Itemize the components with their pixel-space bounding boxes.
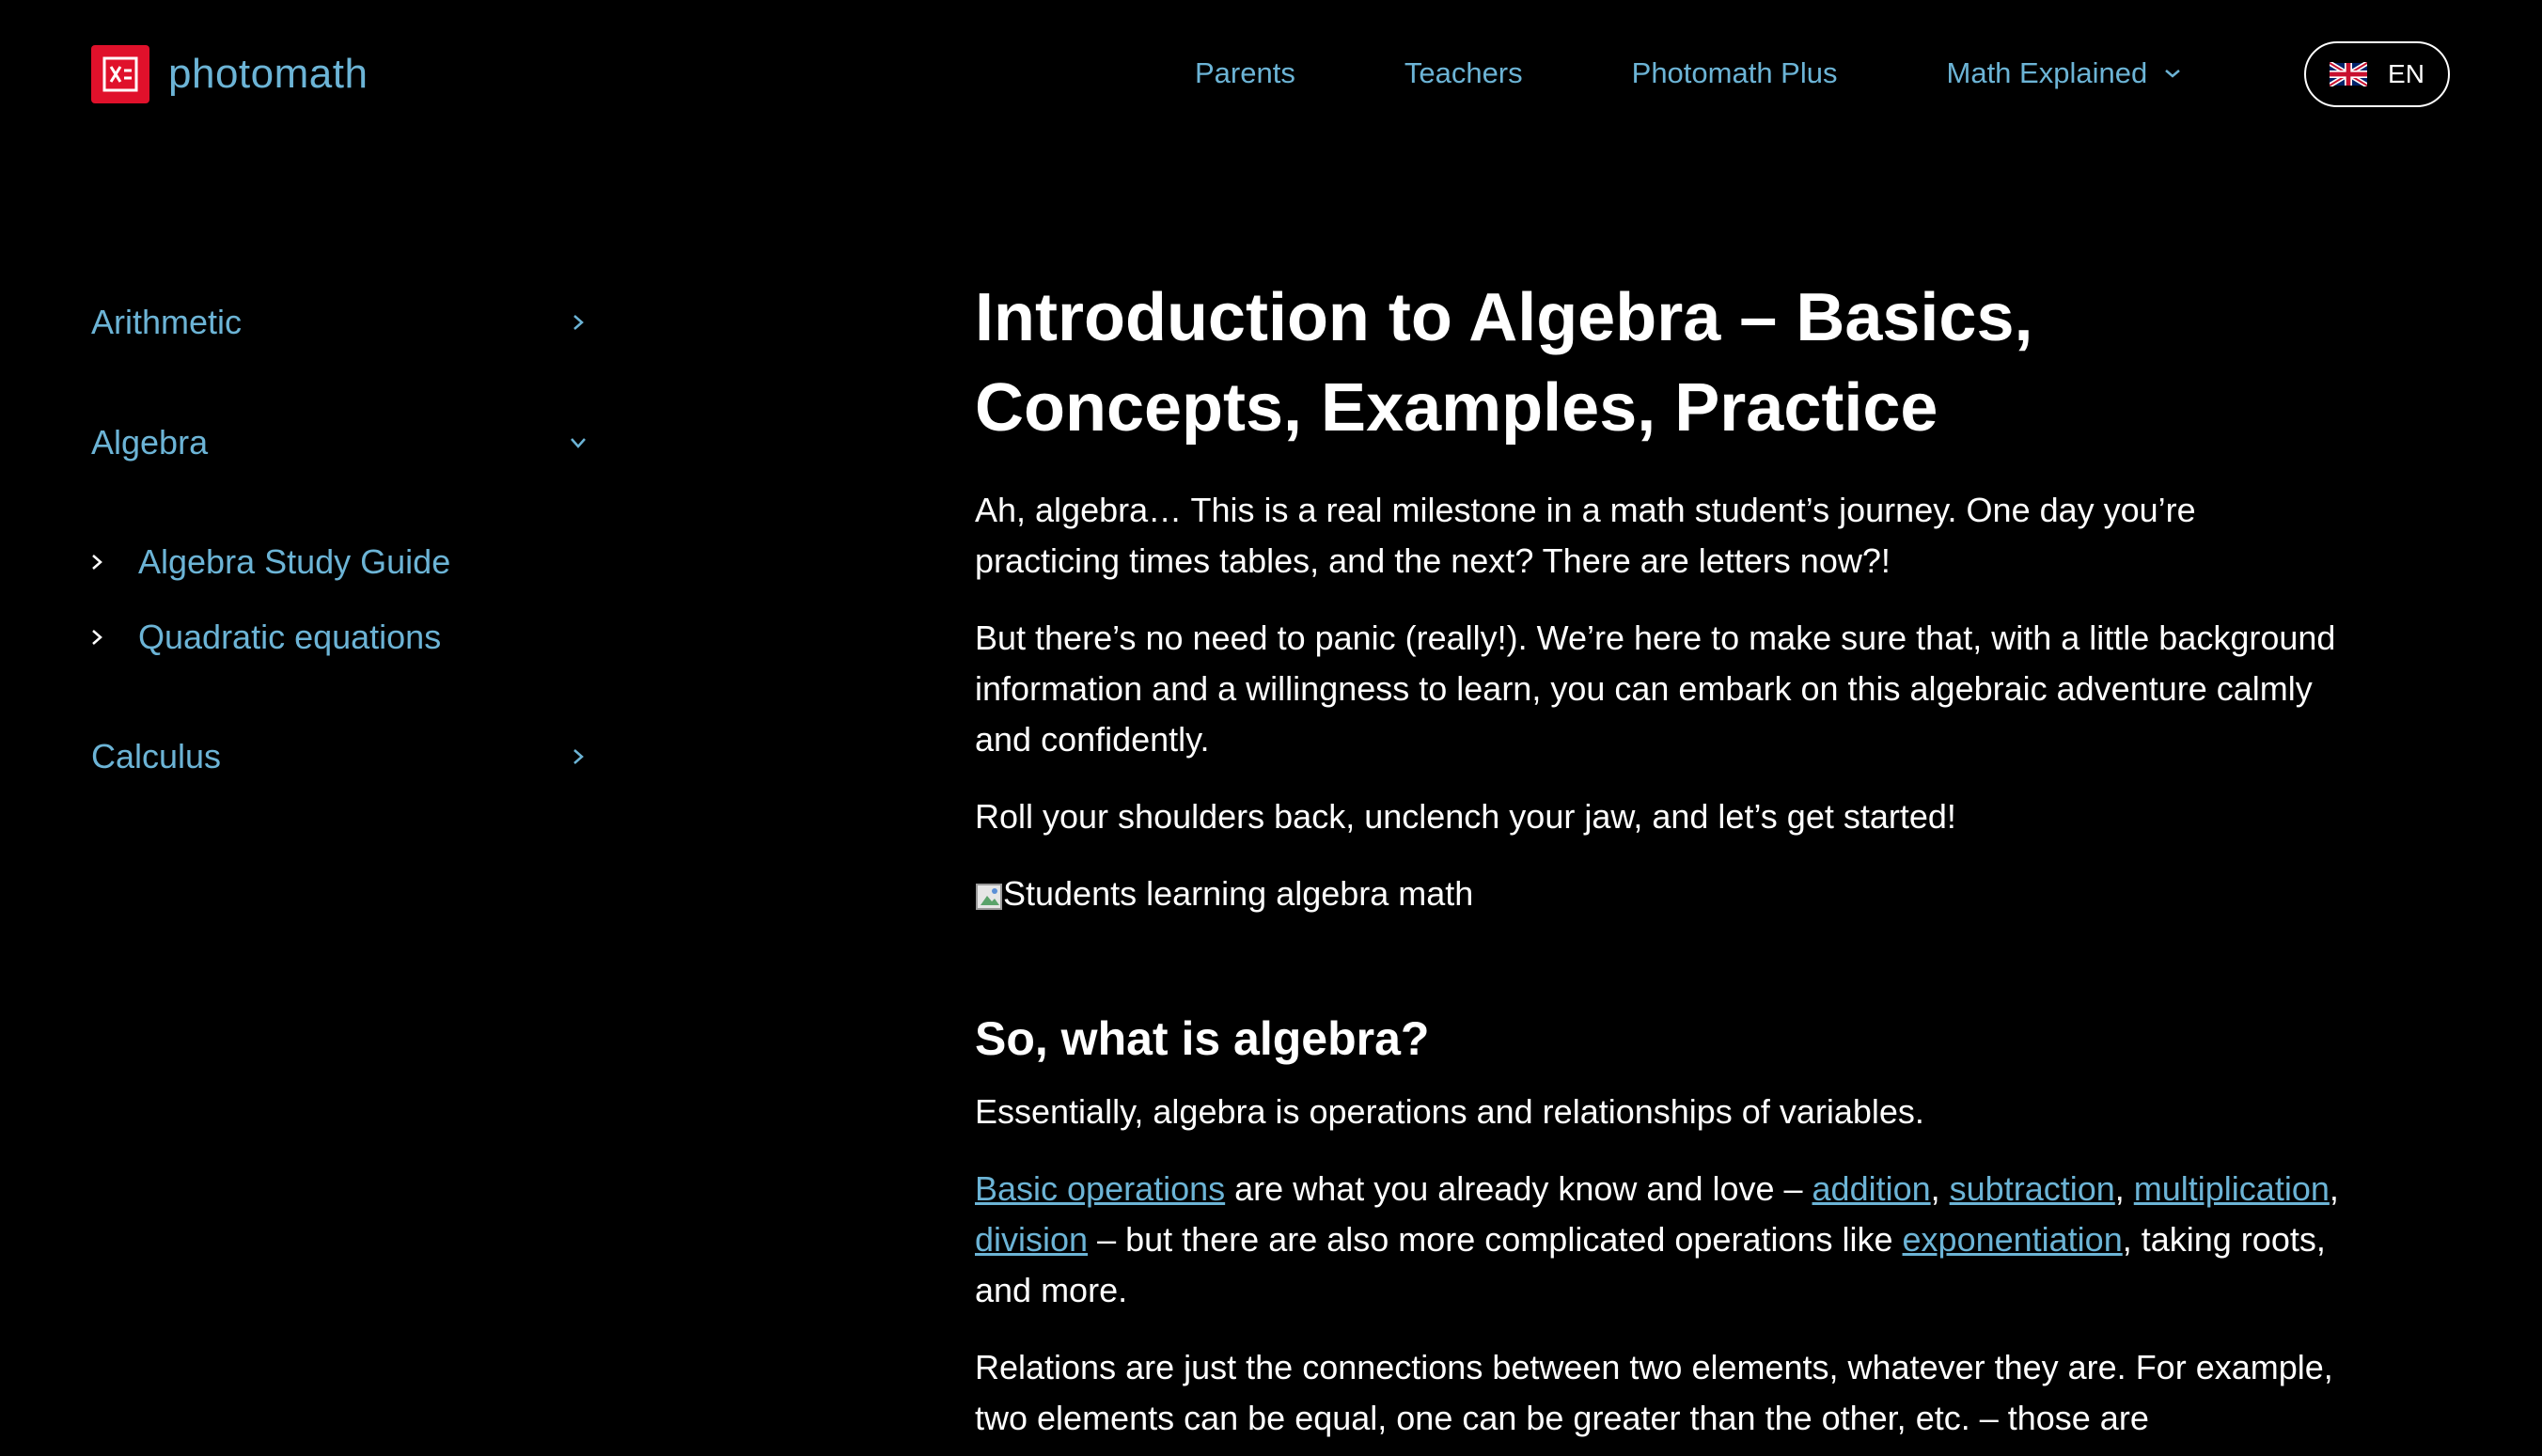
sidebar: Arithmetic Algebra Algebra Study Guide Q…	[91, 291, 589, 788]
uk-flag-icon	[2330, 62, 2368, 86]
top-nav: Parents Teachers Photomath Plus Math Exp…	[1195, 56, 2181, 90]
text-span: ,	[1930, 1169, 1950, 1208]
chevron-right-icon	[567, 311, 589, 334]
section-heading: So, what is algebra?	[975, 1012, 1430, 1065]
link-division[interactable]: division	[975, 1220, 1088, 1259]
logo-text: photomath	[168, 51, 369, 97]
section-paragraph-2: Basic operations are what you already kn…	[975, 1164, 2347, 1316]
chevron-right-icon	[91, 553, 106, 571]
link-basic-operations[interactable]: Basic operations	[975, 1169, 1225, 1208]
text-span: are what you already know and love –	[1225, 1169, 1812, 1208]
sidebar-item-label: Algebra	[91, 423, 209, 462]
link-addition[interactable]: addition	[1812, 1169, 1931, 1208]
text-span: ,	[2114, 1169, 2134, 1208]
nav-math-explained-label: Math Explained	[1946, 56, 2148, 89]
nav-photomath-plus[interactable]: Photomath Plus	[1632, 56, 1838, 90]
language-selector[interactable]: EN	[2304, 41, 2450, 107]
intro-paragraph-3: Roll your shoulders back, unclench your …	[975, 797, 1956, 836]
nav-teachers[interactable]: Teachers	[1404, 56, 1523, 90]
sidebar-item-calculus[interactable]: Calculus	[91, 726, 589, 788]
sidebar-subitem-label: Quadratic equations	[138, 618, 442, 656]
section-paragraph-1: Essentially, algebra is operations and r…	[975, 1092, 1924, 1131]
page-title: Introduction to Algebra – Basics, Concep…	[975, 280, 2033, 446]
page: photomath Parents Teachers Photomath Plu…	[0, 0, 2542, 1456]
article: Introduction to Algebra – Basics, Concep…	[975, 273, 2347, 1444]
broken-image-icon	[975, 880, 1003, 910]
section-paragraph-3: Relations are just the connections betwe…	[975, 1348, 2333, 1437]
chevron-down-icon	[2165, 70, 2181, 78]
sidebar-item-label: Calculus	[91, 737, 222, 775]
language-code: EN	[2388, 59, 2424, 88]
nav-math-explained[interactable]: Math Explained	[1947, 56, 2182, 90]
sidebar-subitem-label: Algebra Study Guide	[138, 542, 451, 581]
sidebar-item-arithmetic[interactable]: Arithmetic	[91, 291, 589, 353]
text-span: ,	[2329, 1169, 2339, 1208]
sidebar-subitem-quadratic-equations[interactable]: Quadratic equations	[91, 607, 589, 667]
link-subtraction[interactable]: subtraction	[1950, 1169, 2115, 1208]
image-alt-text: Students learning algebra math	[1003, 874, 1474, 913]
chevron-right-icon	[91, 628, 106, 647]
chevron-down-icon	[567, 431, 589, 454]
broken-image: Students learning algebra math	[975, 869, 2347, 919]
sidebar-subitem-algebra-study-guide[interactable]: Algebra Study Guide	[91, 532, 589, 592]
link-multiplication[interactable]: multiplication	[2134, 1169, 2330, 1208]
sidebar-item-algebra[interactable]: Algebra	[91, 412, 589, 474]
intro-paragraph-2: But there’s no need to panic (really!). …	[975, 618, 2336, 759]
intro-paragraph-1: Ah, algebra… This is a real milestone in…	[975, 491, 2196, 580]
photomath-logo-icon	[91, 45, 149, 103]
photomath-logo[interactable]: photomath	[91, 45, 368, 103]
chevron-right-icon	[567, 745, 589, 768]
sidebar-item-label: Arithmetic	[91, 303, 243, 341]
link-exponentiation[interactable]: exponentiation	[1903, 1220, 2123, 1259]
sidebar-sublist-algebra: Algebra Study Guide Quadratic equations	[91, 532, 589, 667]
nav-parents[interactable]: Parents	[1195, 56, 1295, 90]
text-span: – but there are also more complicated op…	[1088, 1220, 1903, 1259]
